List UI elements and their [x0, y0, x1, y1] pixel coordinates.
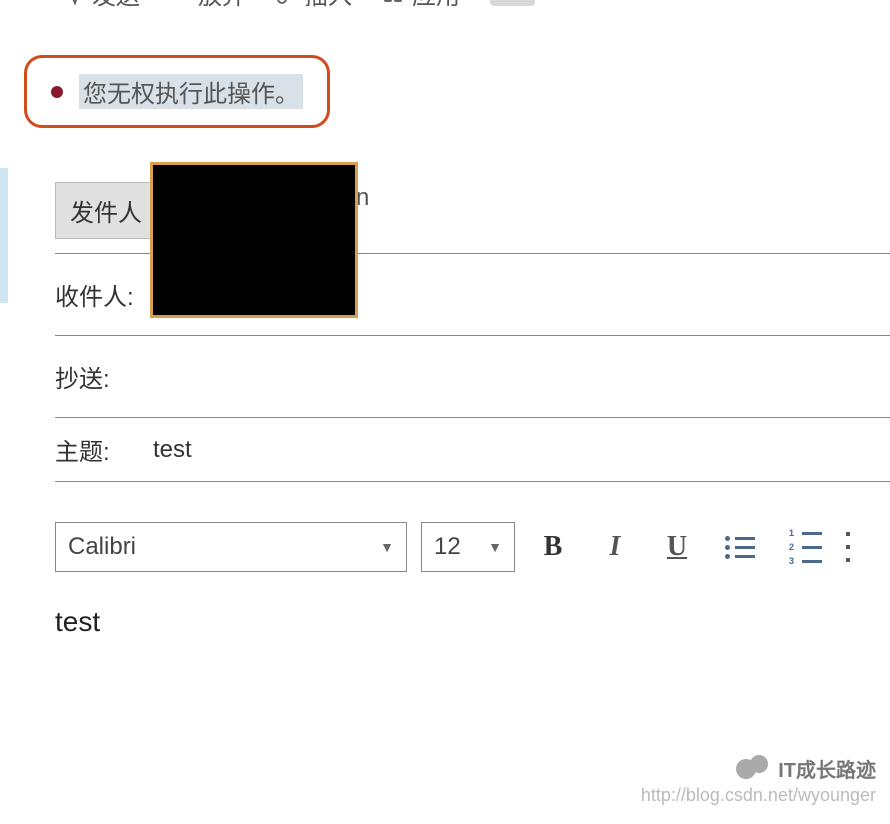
error-banner: 您无权执行此操作。: [24, 55, 330, 128]
insert-label: 插入: [304, 0, 352, 11]
more-button[interactable]: •••: [490, 0, 535, 6]
more-icon: •••: [490, 0, 535, 6]
editor-body[interactable]: test: [0, 606, 890, 638]
from-value-fragment: n: [356, 184, 369, 212]
watermark: IT成长路迹 http://blog.csdn.net/wyounger: [641, 754, 876, 806]
numbered-list-button[interactable]: 1 2 3: [779, 528, 832, 566]
from-label[interactable]: 发件人: [55, 182, 157, 239]
redacted-block: [150, 162, 358, 318]
fontsize-dropdown[interactable]: 12 ▼: [421, 522, 515, 572]
bold-button[interactable]: B: [529, 523, 577, 571]
format-toolbar: Calibri ▼ 12 ▼ B I U 1 2 3: [0, 522, 890, 572]
italic-button[interactable]: I: [591, 523, 639, 571]
subject-row: 主题:: [55, 418, 890, 482]
paperclip-icon: [276, 0, 296, 5]
insert-button[interactable]: 插入: [276, 0, 352, 11]
fontsize-value: 12: [434, 533, 461, 561]
underline-button[interactable]: U: [653, 523, 701, 571]
watermark-title: IT成长路迹: [778, 754, 876, 783]
compose-toolbar: 发送 放弃 插入 应用 •••: [0, 0, 890, 20]
error-message: 您无权执行此操作。: [79, 74, 303, 109]
compose-form: n 发件人 收件人: 抄送: 主题:: [0, 168, 890, 482]
left-accent: [0, 168, 8, 303]
more-format-icon[interactable]: [846, 532, 850, 562]
cc-row: 抄送:: [55, 336, 890, 418]
cc-label: 抄送:: [55, 359, 145, 394]
chevron-down-icon: ▼: [380, 539, 394, 555]
addon-icon: [382, 0, 404, 4]
error-dot-icon: [51, 86, 63, 98]
addon-label: 应用: [412, 0, 460, 11]
chevron-down-icon: ▼: [488, 539, 502, 555]
font-value: Calibri: [68, 533, 136, 561]
send-icon: [60, 0, 84, 5]
subject-label: 主题:: [55, 432, 145, 467]
wechat-icon: [736, 755, 770, 783]
watermark-url: http://blog.csdn.net/wyounger: [641, 785, 876, 806]
send-button[interactable]: 发送: [60, 0, 140, 11]
font-dropdown[interactable]: Calibri ▼: [55, 522, 407, 572]
close-icon: [170, 0, 190, 3]
discard-button[interactable]: 放弃: [170, 0, 246, 11]
addon-button[interactable]: 应用: [382, 0, 460, 11]
to-label: 收件人:: [55, 277, 145, 312]
bullet-list-button[interactable]: [715, 536, 765, 559]
subject-field[interactable]: [145, 436, 890, 464]
discard-label: 放弃: [198, 0, 246, 11]
cc-field[interactable]: [145, 363, 890, 391]
send-label: 发送: [92, 0, 140, 11]
